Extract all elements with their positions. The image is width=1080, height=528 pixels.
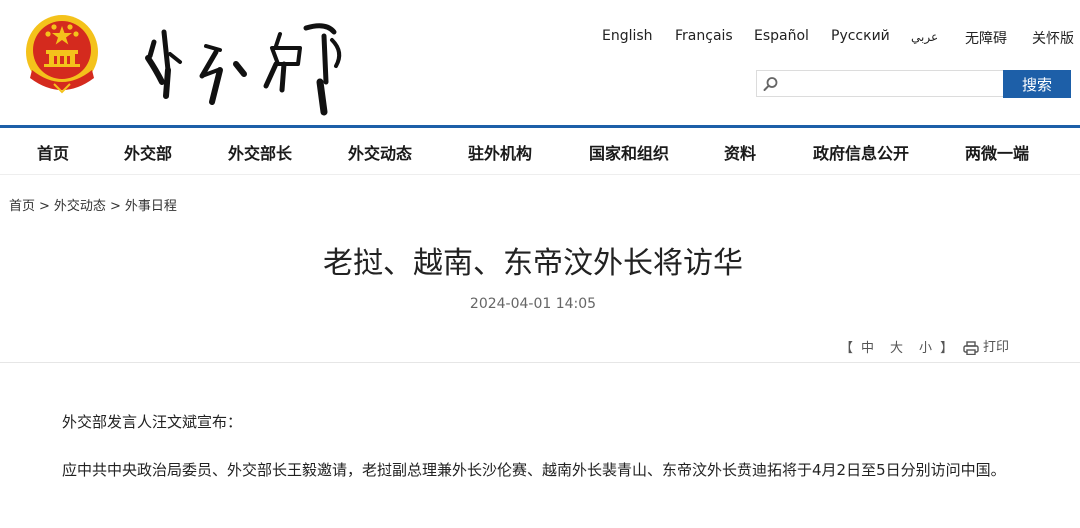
print-label: 打印 <box>983 340 1010 355</box>
nav-item-home[interactable]: 首页 <box>37 140 69 164</box>
nav-item-resources[interactable]: 资料 <box>724 140 756 164</box>
nav-item-social-media[interactable]: 两微一端 <box>965 140 1029 164</box>
breadcrumb-home[interactable]: 首页 <box>9 199 35 214</box>
nav-item-missions-abroad[interactable]: 驻外机构 <box>468 140 532 164</box>
lang-french[interactable]: Français <box>675 28 733 44</box>
breadcrumb-separator: > <box>39 199 50 214</box>
nav-item-countries-organizations[interactable]: 国家和组织 <box>589 140 669 164</box>
article-title: 老挝、越南、东帝汶外长将访华 <box>323 246 743 281</box>
nav-item-ministry[interactable]: 外交部 <box>124 140 172 164</box>
lang-english[interactable]: English <box>602 28 653 44</box>
font-size-medium[interactable]: 中 <box>861 341 874 356</box>
article-paragraph: 应中共中央政治局委员、外交部长王毅邀请，老挝副总理兼外长沙伦赛、越南外长裴青山、… <box>62 461 1006 479</box>
font-size-selector: 【中 大 小】 <box>840 337 953 356</box>
lang-russian[interactable]: Русский <box>831 28 890 44</box>
nav-divider <box>0 174 1080 175</box>
search-button[interactable]: 搜索 <box>1003 70 1071 98</box>
printer-icon <box>963 340 979 355</box>
font-size-large[interactable]: 大 <box>890 341 903 356</box>
national-emblem-logo[interactable] <box>24 12 100 94</box>
bracket-close: 】 <box>940 341 954 356</box>
search-box <box>756 70 1003 97</box>
breadcrumb-separator: > <box>109 199 121 214</box>
lang-spanish[interactable]: Español <box>754 28 809 44</box>
ministry-calligraphy-logo[interactable] <box>140 12 350 118</box>
nav-item-minister[interactable]: 外交部长 <box>228 140 292 164</box>
font-size-small[interactable]: 小 <box>919 341 932 356</box>
search-input[interactable] <box>785 73 1001 96</box>
nav-item-government-info[interactable]: 政府信息公开 <box>813 140 909 164</box>
search-icon <box>763 77 778 91</box>
language-bar: English Français Español Русский عربي 无障… <box>560 28 1080 48</box>
breadcrumb: 首页 > 外交动态 > 外事日程 <box>9 195 177 214</box>
article-date: 2024-04-01 14:05 <box>469 296 597 312</box>
breadcrumb-schedule[interactable]: 外事日程 <box>125 199 177 214</box>
bracket-open: 【 <box>840 341 854 356</box>
lang-arabic[interactable]: عربي <box>911 30 938 44</box>
article-paragraph: 外交部发言人汪文斌宣布： <box>62 413 243 431</box>
accessibility-link[interactable]: 无障碍 <box>965 28 1007 48</box>
print-button[interactable]: 打印 <box>963 336 1009 355</box>
nav-item-diplomatic-news[interactable]: 外交动态 <box>348 140 412 164</box>
main-nav: 首页 外交部 外交部长 外交动态 驻外机构 国家和组织 资料 政府信息公开 两微… <box>0 128 1080 174</box>
breadcrumb-diplomatic-news[interactable]: 外交动态 <box>54 199 106 214</box>
article-divider <box>0 362 1080 363</box>
care-version-link[interactable]: 关怀版 <box>1032 28 1074 48</box>
site-header: English Français Español Русский عربي 无障… <box>0 0 1080 126</box>
